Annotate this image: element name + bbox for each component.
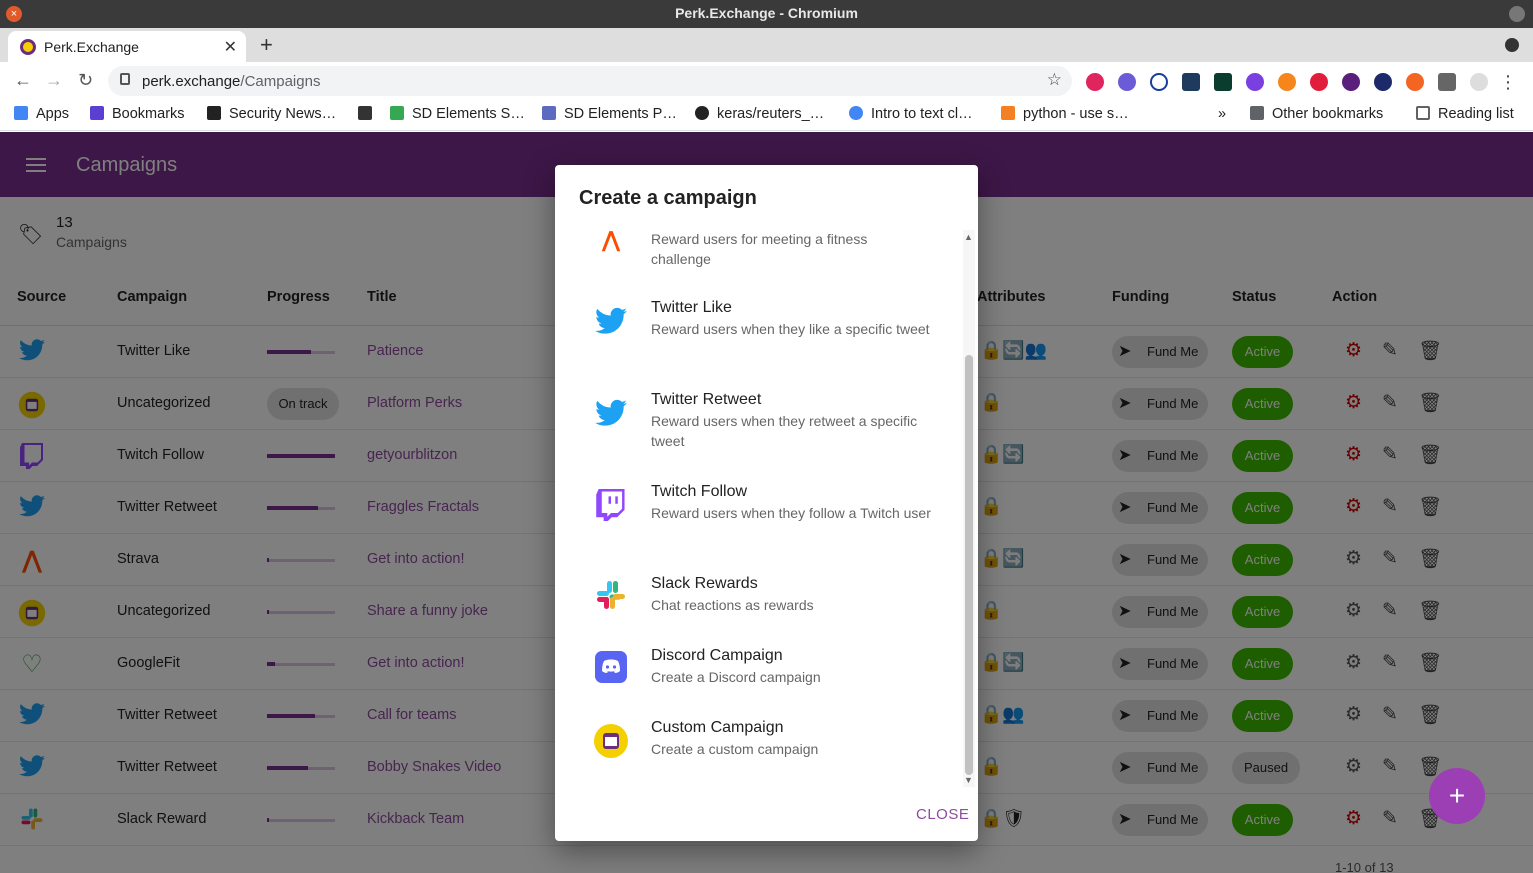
create-campaign-dialog: Create a campaign ⋀ Reward users for mee… — [555, 165, 978, 841]
strava-icon: ⋀ — [601, 227, 621, 252]
other-bookmarks[interactable]: Other bookmarks — [1250, 106, 1383, 122]
github-icon — [695, 106, 709, 120]
window-restore-button[interactable] — [1509, 6, 1525, 22]
browser-tab[interactable]: Perk.Exchange ✕ — [8, 31, 246, 62]
option-title: Custom Campaign — [651, 719, 784, 736]
menu-kebab-icon[interactable]: ⋮ — [1499, 72, 1517, 93]
extension-icon[interactable] — [1406, 73, 1424, 91]
option-description: Reward users when they retweet a specifi… — [651, 413, 918, 449]
reading-list-icon — [1416, 106, 1430, 120]
bookmark-favicon-icon — [358, 106, 372, 120]
bookmark-item[interactable]: Intro to text cl… — [849, 106, 973, 122]
docs-icon — [542, 106, 556, 120]
forward-icon[interactable]: → — [45, 70, 63, 91]
slack-icon — [593, 579, 629, 615]
option-title: Slack Rewards — [651, 575, 758, 592]
back-icon[interactable]: ← — [14, 70, 32, 91]
bookmark-item[interactable]: keras/reuters_… — [695, 106, 824, 122]
extension-icon[interactable] — [1310, 73, 1328, 91]
extension-icon[interactable] — [1150, 73, 1168, 91]
option-description: Create a Discord campaign — [651, 669, 821, 685]
bookmark-item[interactable]: SD Elements P… — [542, 106, 677, 122]
tab-search-icon[interactable] — [1505, 38, 1519, 52]
option-description: Reward users when they like a specific t… — [651, 321, 930, 337]
extension-icon[interactable] — [1246, 73, 1264, 91]
reading-list[interactable]: Reading list — [1416, 106, 1514, 122]
option-description: Reward users when they follow a Twitch u… — [651, 505, 931, 521]
option-twitter-like[interactable]: Twitter Like Reward users when they like… — [555, 295, 963, 375]
scroll-up-arrow-icon[interactable]: ▲ — [964, 232, 973, 242]
option-title: Twitter Retweet — [651, 391, 762, 408]
bookmarks-bar: Apps Bookmarks Security News… SD Element… — [0, 100, 1533, 131]
extension-icon[interactable] — [1374, 73, 1392, 91]
twitter-icon — [593, 307, 629, 343]
extension-icon[interactable] — [1214, 73, 1232, 91]
discord-icon — [593, 651, 629, 687]
extension-icon[interactable] — [1086, 73, 1104, 91]
url-text[interactable]: perk.exchange/Campaigns — [142, 73, 320, 90]
dialog-title: Create a campaign — [579, 187, 757, 209]
profile-avatar[interactable] — [1470, 73, 1488, 91]
browser-toolbar: ← → ↻ perk.exchange/Campaigns ☆ ⋮ — [0, 62, 1533, 100]
bookmark-item[interactable]: SD Elements S… — [390, 106, 525, 122]
option-description: Create a custom campaign — [651, 741, 819, 757]
option-title: Discord Campaign — [651, 647, 783, 664]
star-icon — [90, 106, 104, 120]
option-twitch-follow[interactable]: Twitch Follow Reward users when they fol… — [555, 479, 963, 559]
bookmark-star-icon[interactable]: ☆ — [1047, 70, 1062, 90]
option-title: Twitch Follow — [651, 483, 748, 500]
twitch-icon — [593, 489, 629, 525]
stackoverflow-icon — [1001, 106, 1015, 120]
extension-icon[interactable] — [1182, 73, 1200, 91]
favicon-icon — [20, 39, 36, 55]
close-button[interactable]: CLOSE — [916, 806, 969, 823]
extension-icon[interactable] — [1118, 73, 1136, 91]
folder-icon — [1250, 106, 1264, 120]
bookmark-apps[interactable]: Apps — [14, 106, 69, 122]
reload-icon[interactable]: ↻ — [78, 70, 93, 91]
tab-close-icon[interactable]: ✕ — [224, 37, 237, 57]
option-description: Chat reactions as rewards — [651, 597, 814, 613]
puzzle-icon[interactable] — [1438, 73, 1456, 91]
lock-icon — [120, 73, 130, 85]
apps-grid-icon — [14, 106, 28, 120]
bookmark-item[interactable] — [358, 106, 380, 122]
bookmark-favicon-icon — [207, 106, 221, 120]
add-campaign-fab[interactable]: + — [1429, 768, 1485, 824]
new-tab-button[interactable]: + — [260, 32, 273, 58]
twitter-icon — [593, 399, 629, 435]
bookmark-item[interactable]: Security News… — [207, 106, 336, 122]
bookmarks-overflow[interactable]: » — [1218, 106, 1226, 122]
tab-title: Perk.Exchange — [44, 39, 139, 55]
cloud-icon — [849, 106, 863, 120]
option-custom-campaign[interactable]: Custom Campaign Create a custom campaign — [555, 715, 963, 777]
address-bar[interactable]: perk.exchange/Campaigns ☆ — [108, 66, 1072, 96]
metamask-icon[interactable] — [1278, 73, 1296, 91]
dialog-scrollbar-thumb[interactable] — [965, 355, 973, 775]
option-title: Twitter Like — [651, 299, 732, 316]
drive-icon — [390, 106, 404, 120]
bookmark-folder[interactable]: Bookmarks — [90, 106, 185, 122]
option-description: Reward users for meeting a fitness chall… — [651, 231, 868, 267]
option-strava[interactable]: ⋀ Reward users for meeting a fitness cha… — [555, 227, 963, 267]
window-title: Perk.Exchange - Chromium — [675, 5, 858, 21]
tab-strip: Perk.Exchange ✕ + — [0, 28, 1533, 62]
option-slack-rewards[interactable]: Slack Rewards Chat reactions as rewards — [555, 571, 963, 633]
option-twitter-retweet[interactable]: Twitter Retweet Reward users when they r… — [555, 387, 963, 467]
option-discord-campaign[interactable]: Discord Campaign Create a Discord campai… — [555, 643, 963, 705]
campaign-type-list: ⋀ Reward users for meeting a fitness cha… — [555, 227, 978, 787]
window-titlebar: × Perk.Exchange - Chromium — [0, 0, 1533, 28]
scroll-down-arrow-icon[interactable]: ▼ — [964, 775, 973, 785]
extension-icon[interactable] — [1342, 73, 1360, 91]
custom-campaign-icon — [593, 723, 629, 759]
bookmark-item[interactable]: python - use s… — [1001, 106, 1129, 122]
